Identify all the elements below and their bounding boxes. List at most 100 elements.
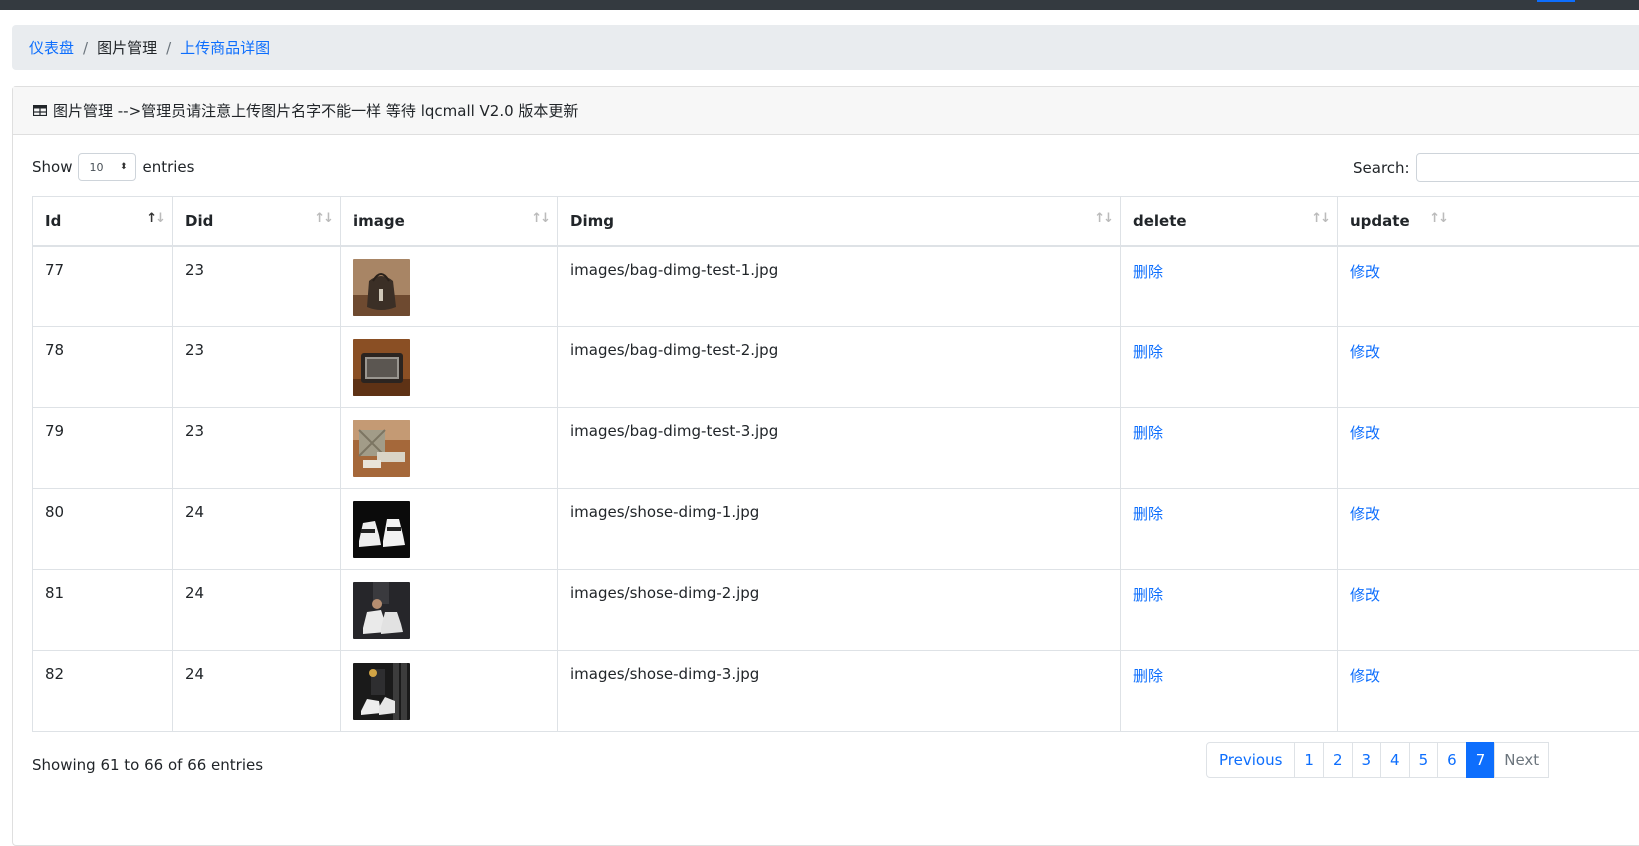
column-label: Dimg xyxy=(570,212,614,230)
page-size-select[interactable]: 10 ⬍ xyxy=(78,153,136,181)
pagination-page-2[interactable]: 2 xyxy=(1323,742,1353,778)
pagination-previous[interactable]: Previous xyxy=(1206,742,1295,778)
cell-id: 77 xyxy=(33,246,173,327)
images-table: Id↑↓ Did↑↓ image↑↓ Dimg↑↓ delete↑↓ updat… xyxy=(32,196,1639,732)
breadcrumb-separator: / xyxy=(157,39,180,57)
card-title: 图片管理 -->管理员请注意上传图片名字不能一样 等待 lqcmall V2.0… xyxy=(53,100,578,121)
cell-update: 修改 xyxy=(1338,408,1639,489)
search-input[interactable] xyxy=(1416,153,1639,182)
update-link[interactable]: 修改 xyxy=(1350,424,1380,442)
sort-icon: ↑↓ xyxy=(1429,211,1447,226)
cell-update: 修改 xyxy=(1338,489,1639,570)
cell-did: 23 xyxy=(173,246,341,327)
pagination-page-5[interactable]: 5 xyxy=(1409,742,1439,778)
pagination-next[interactable]: Next xyxy=(1494,742,1549,778)
cell-id: 81 xyxy=(33,570,173,651)
cell-update: 修改 xyxy=(1338,570,1639,651)
cell-dimg: images/shose-dimg-1.jpg xyxy=(558,489,1121,570)
column-label: update xyxy=(1350,212,1410,230)
pagination-page-1[interactable]: 1 xyxy=(1294,742,1324,778)
show-label: Show xyxy=(32,158,72,176)
column-header-id[interactable]: Id ↑↓ xyxy=(33,197,173,246)
cell-id: 80 xyxy=(33,489,173,570)
cell-image xyxy=(341,489,558,570)
breadcrumb: 仪表盘 / 图片管理 / 上传商品详图 xyxy=(12,25,1639,70)
cell-dimg: images/bag-dimg-test-1.jpg xyxy=(558,246,1121,327)
delete-link[interactable]: 删除 xyxy=(1133,505,1163,523)
pagination: Previous 1 2 3 4 5 6 7 Next xyxy=(1207,742,1549,778)
update-link[interactable]: 修改 xyxy=(1350,263,1380,281)
sort-icon: ↑↓ xyxy=(1311,211,1329,226)
column-header-update[interactable]: update ↑↓ xyxy=(1338,197,1639,246)
cell-did: 23 xyxy=(173,408,341,489)
delete-link[interactable]: 删除 xyxy=(1133,424,1163,442)
cell-id: 79 xyxy=(33,408,173,489)
sort-asc-icon: ↑↓ xyxy=(146,211,164,226)
update-link[interactable]: 修改 xyxy=(1350,586,1380,604)
table-header-row: Id↑↓ Did↑↓ image↑↓ Dimg↑↓ delete↑↓ updat… xyxy=(33,197,1639,246)
bag-thumbnail-image xyxy=(353,259,410,316)
column-label: Did xyxy=(185,212,213,230)
cell-delete: 删除 xyxy=(1121,408,1338,489)
update-link[interactable]: 修改 xyxy=(1350,505,1380,523)
delete-link[interactable]: 删除 xyxy=(1133,586,1163,604)
cell-dimg: images/shose-dimg-2.jpg xyxy=(558,570,1121,651)
cell-image xyxy=(341,327,558,408)
delete-link[interactable]: 删除 xyxy=(1133,263,1163,281)
column-header-did[interactable]: Did ↑↓ xyxy=(173,197,341,246)
cell-dimg: images/shose-dimg-3.jpg xyxy=(558,651,1121,732)
navbar-button[interactable] xyxy=(1537,0,1575,2)
cell-image xyxy=(341,570,558,651)
table-info: Showing 61 to 66 of 66 entries xyxy=(32,756,263,774)
column-label: Id xyxy=(45,212,61,230)
table-row: 77 23 images/bag-dimg-test-1.jpg 删除 修改 xyxy=(33,246,1639,327)
cell-update: 修改 xyxy=(1338,327,1639,408)
breadcrumb-separator: / xyxy=(74,39,97,57)
breadcrumb-current-link[interactable]: 上传商品详图 xyxy=(180,37,270,58)
pagination-page-6[interactable]: 6 xyxy=(1437,742,1467,778)
pagination-page-3[interactable]: 3 xyxy=(1352,742,1382,778)
pagination-page-4[interactable]: 4 xyxy=(1380,742,1410,778)
cell-dimg: images/bag-dimg-test-2.jpg xyxy=(558,327,1121,408)
cell-image xyxy=(341,246,558,327)
select-caret-icon: ⬍ xyxy=(120,163,128,172)
cell-update: 修改 xyxy=(1338,651,1639,732)
table-icon xyxy=(33,105,47,116)
cell-delete: 删除 xyxy=(1121,327,1338,408)
column-label: image xyxy=(353,212,405,230)
page-size-value: 10 xyxy=(89,161,103,174)
sort-icon: ↑↓ xyxy=(531,211,549,226)
shoe-thumbnail-image xyxy=(353,582,410,639)
sort-icon: ↑↓ xyxy=(314,211,332,226)
search-label: Search: xyxy=(1353,159,1410,177)
pagination-page-7[interactable]: 7 xyxy=(1466,742,1496,778)
breadcrumb-images: 图片管理 xyxy=(97,37,157,58)
card-header: 图片管理 -->管理员请注意上传图片名字不能一样 等待 lqcmall V2.0… xyxy=(13,87,1639,135)
shoe-thumbnail-image xyxy=(353,501,410,558)
breadcrumb-dashboard-link[interactable]: 仪表盘 xyxy=(29,37,74,58)
cell-did: 24 xyxy=(173,651,341,732)
search-control: Search: xyxy=(1353,153,1639,182)
update-link[interactable]: 修改 xyxy=(1350,667,1380,685)
cell-id: 82 xyxy=(33,651,173,732)
bag-thumbnail-image xyxy=(353,420,410,477)
cell-delete: 删除 xyxy=(1121,570,1338,651)
delete-link[interactable]: 删除 xyxy=(1133,343,1163,361)
cell-image xyxy=(341,408,558,489)
cell-did: 23 xyxy=(173,327,341,408)
column-header-delete[interactable]: delete ↑↓ xyxy=(1121,197,1338,246)
column-header-dimg[interactable]: Dimg↑↓ xyxy=(558,197,1121,246)
column-label: delete xyxy=(1133,212,1187,230)
table-row: 82 24 images/shose-dimg-3.jpg 删除 修改 xyxy=(33,651,1639,732)
cell-delete: 删除 xyxy=(1121,489,1338,570)
table-row: 81 24 images/shose-dimg-2.jpg 删除 修改 xyxy=(33,570,1639,651)
delete-link[interactable]: 删除 xyxy=(1133,667,1163,685)
cell-image xyxy=(341,651,558,732)
update-link[interactable]: 修改 xyxy=(1350,343,1380,361)
shoe-thumbnail-image xyxy=(353,663,410,720)
cell-dimg: images/bag-dimg-test-3.jpg xyxy=(558,408,1121,489)
table-row: 79 23 images/bag-dimg-test-3.jpg 删除 修改 xyxy=(33,408,1639,489)
cell-update: 修改 xyxy=(1338,246,1639,327)
table-row: 78 23 images/bag-dimg-test-2.jpg 删除 修改 xyxy=(33,327,1639,408)
column-header-image[interactable]: image ↑↓ xyxy=(341,197,558,246)
